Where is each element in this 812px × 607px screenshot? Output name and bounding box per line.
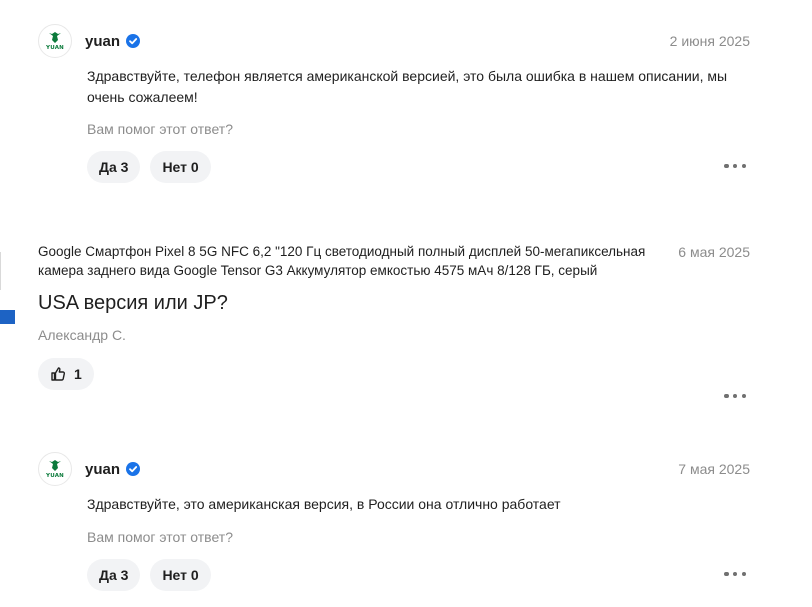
seller-avatar[interactable]: YUAN bbox=[38, 452, 72, 486]
vote-buttons: Да 3 Нет 0 bbox=[87, 559, 758, 591]
answer-text: Здравствуйте, это американская версия, в… bbox=[87, 496, 561, 512]
vote-no-button[interactable]: Нет 0 bbox=[150, 151, 211, 183]
seller-answer: YUAN yuan 2 июня 2025 Здравствуйте, теле… bbox=[38, 24, 758, 183]
more-dots-icon[interactable] bbox=[724, 570, 746, 578]
avatar-label: YUAN bbox=[46, 45, 64, 51]
verified-check-icon bbox=[126, 34, 141, 48]
answer-header: YUAN yuan 2 июня 2025 bbox=[38, 24, 758, 58]
answer-header: YUAN yuan 7 мая 2025 bbox=[38, 452, 758, 486]
answer-date: 7 мая 2025 bbox=[678, 461, 750, 477]
seller-avatar[interactable]: YUAN bbox=[38, 24, 72, 58]
seller-logo-icon bbox=[49, 32, 61, 43]
vote-buttons: Да 3 Нет 0 bbox=[87, 151, 758, 183]
more-dots-icon[interactable] bbox=[724, 162, 746, 170]
like-count: 1 bbox=[74, 366, 82, 382]
question-author: Александр С. bbox=[38, 327, 126, 343]
vote-no-button[interactable]: Нет 0 bbox=[150, 559, 211, 591]
thumbs-up-icon bbox=[51, 367, 66, 381]
seller-logo-icon bbox=[49, 460, 61, 471]
edge-thumbnail[interactable] bbox=[0, 310, 15, 324]
seller-answer: YUAN yuan 7 мая 2025 Здравствуйте, это а… bbox=[38, 452, 758, 591]
question-date: 6 мая 2025 bbox=[678, 244, 750, 260]
question-title: USA версия или JP? bbox=[38, 292, 228, 314]
more-dots-icon[interactable] bbox=[724, 392, 746, 400]
answer-date: 2 июня 2025 bbox=[669, 33, 750, 49]
avatar-label: YUAN bbox=[46, 473, 64, 479]
question-card: Google Смартфон Pixel 8 5G NFC 6,2 "120 … bbox=[38, 242, 758, 399]
helpful-prompt: Вам помог этот ответ? bbox=[87, 121, 233, 137]
question-product-name[interactable]: Google Смартфон Pixel 8 5G NFC 6,2 "120 … bbox=[38, 242, 658, 280]
like-button[interactable]: 1 bbox=[38, 358, 94, 390]
answer-text: Здравствуйте, телефон является американс… bbox=[87, 68, 728, 105]
helpful-prompt: Вам помог этот ответ? bbox=[87, 529, 233, 545]
verified-check-icon bbox=[126, 462, 141, 476]
vote-yes-button[interactable]: Да 3 bbox=[87, 151, 141, 183]
vote-yes-button[interactable]: Да 3 bbox=[87, 559, 141, 591]
seller-name[interactable]: yuan bbox=[85, 33, 120, 50]
edge-divider bbox=[0, 252, 1, 290]
seller-name[interactable]: yuan bbox=[85, 461, 120, 478]
